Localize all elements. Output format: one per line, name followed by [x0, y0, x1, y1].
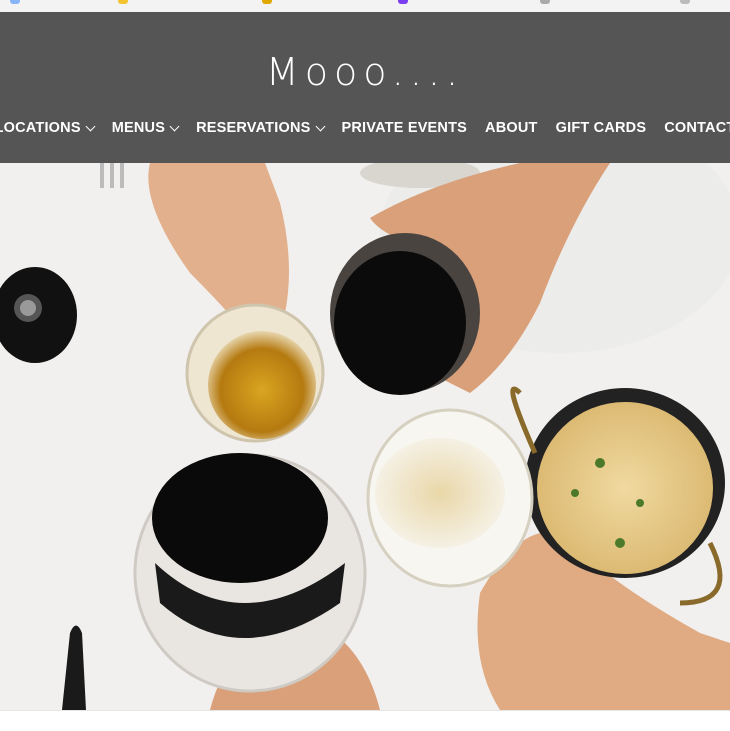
- chevron-down-icon: [85, 121, 96, 131]
- bookmark-icon[interactable]: [10, 0, 20, 4]
- hero-image: [0, 163, 730, 710]
- page-bottom: [0, 710, 730, 731]
- nav-item-label: PRIVATE EVENTS: [341, 120, 468, 136]
- nav-item-about[interactable]: ABOUT: [476, 120, 547, 136]
- chevron-down-icon: [315, 121, 325, 131]
- bookmark-icon[interactable]: [398, 0, 408, 4]
- bookmark-icon[interactable]: [540, 0, 550, 4]
- nav-item-gift-cards[interactable]: GIFT CARDS: [547, 120, 656, 136]
- nav-item-label: GIFT CARDS: [555, 120, 647, 136]
- chevron-down-icon: [169, 121, 180, 131]
- toast-wine-glasses-image: [0, 163, 730, 710]
- bookmark-icon[interactable]: [262, 0, 272, 4]
- nav-item-label: LOCATIONS: [0, 120, 81, 136]
- nav-item-contact[interactable]: CONTACT: [655, 120, 730, 136]
- site-header: Mooo.... LOCATIONS MENUS RESERVATIONS PR…: [0, 12, 730, 163]
- nav-item-reservations[interactable]: RESERVATIONS: [187, 120, 332, 136]
- bookmark-icon[interactable]: [118, 0, 128, 4]
- site-logo[interactable]: Mooo....: [0, 50, 730, 94]
- main-nav: LOCATIONS MENUS RESERVATIONS PRIVATE EVE…: [0, 120, 730, 136]
- nav-item-private-events[interactable]: PRIVATE EVENTS: [333, 120, 477, 136]
- bookmark-icon[interactable]: [680, 0, 690, 4]
- nav-item-locations[interactable]: LOCATIONS: [0, 120, 103, 136]
- nav-item-label: ABOUT: [485, 120, 538, 136]
- nav-item-label: CONTACT: [664, 120, 730, 136]
- nav-item-label: MENUS: [111, 120, 166, 136]
- nav-item-label: RESERVATIONS: [196, 120, 311, 136]
- nav-item-menus[interactable]: MENUS: [103, 120, 187, 136]
